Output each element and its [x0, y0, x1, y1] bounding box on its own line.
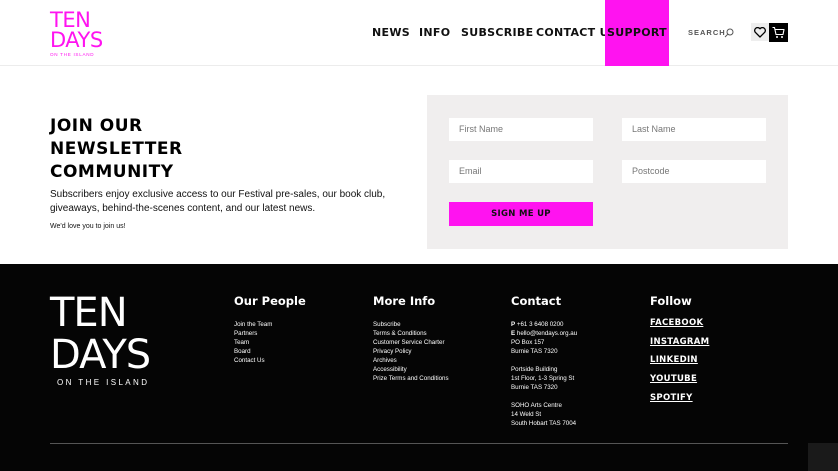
nav-info[interactable]: INFO	[419, 0, 450, 66]
social-link-linkedin[interactable]: LINKEDIN	[650, 351, 709, 370]
footer-link-subscribe[interactable]: Subscribe	[373, 320, 449, 329]
social-link-facebook[interactable]: FACEBOOK	[650, 314, 709, 333]
logo-line-days: DAYS	[50, 28, 103, 52]
footer-link-team[interactable]: Team	[234, 338, 306, 347]
po-city: Burnie TAS 7320	[511, 348, 558, 355]
footer-link-board[interactable]: Board	[234, 347, 306, 356]
nav-news[interactable]: NEWS	[372, 0, 410, 66]
sign-me-up-button[interactable]: SIGN ME UP	[449, 202, 593, 226]
cart-button[interactable]	[769, 23, 788, 42]
last-name-field[interactable]: Last Name	[622, 118, 766, 141]
footer-link-service-charter[interactable]: Customer Service Charter	[373, 338, 449, 347]
footer-col-follow: Follow FACEBOOK INSTAGRAM LINKEDIN YOUTU…	[650, 294, 709, 408]
footer-link-contact-us[interactable]: Contact Us	[234, 356, 306, 365]
soho-address: SOHO Arts Centre 14 Weld St South Hobart…	[511, 401, 577, 428]
email-prefix: E	[511, 330, 516, 337]
footer-link-accessibility[interactable]: Accessibility	[373, 365, 449, 374]
email-field[interactable]: Email	[449, 160, 593, 183]
address-city: South Hobart TAS 7004	[511, 420, 577, 427]
social-link-instagram[interactable]: INSTAGRAM	[650, 333, 709, 352]
nav-subscribe[interactable]: SUBSCRIBE	[461, 0, 533, 66]
footer-logo-days: DAYS	[50, 332, 151, 378]
wishlist-button[interactable]	[751, 23, 769, 41]
footer-col-our-people: Our People Join the Team Partners Team B…	[234, 294, 306, 365]
address-name: SOHO Arts Centre	[511, 402, 562, 409]
footer-logo-tagline: ON THE ISLAND	[57, 378, 150, 387]
our-people-heading: Our People	[234, 294, 306, 308]
heart-icon	[754, 27, 766, 38]
cart-icon	[772, 26, 785, 38]
newsletter-title: JOIN OUR NEWSLETTER COMMUNITY	[50, 115, 210, 184]
social-link-youtube[interactable]: YOUTUBE	[650, 370, 709, 389]
address-name: Portside Building	[511, 366, 558, 373]
logo-tagline: ON THE ISLAND	[50, 52, 95, 57]
site-footer: TEN DAYS ON THE ISLAND Our People Join t…	[0, 264, 838, 471]
contact-details: P +61 3 6408 0200 E hello@tendays.org.au…	[511, 320, 577, 356]
newsletter-description: Subscribers enjoy exclusive access to ou…	[50, 189, 386, 214]
postcode-field[interactable]: Postcode	[622, 160, 766, 183]
nav-support[interactable]: SUPPORT	[605, 0, 669, 66]
footer-logo[interactable]: TEN DAYS ON THE ISLAND	[50, 290, 151, 387]
po-box: PO Box 157	[511, 339, 545, 346]
portside-address: Portside Building 1st Floor, 1-3 Spring …	[511, 365, 577, 392]
site-logo[interactable]: TEN DAYS ON THE ISLAND	[50, 10, 110, 58]
address-street: 1st Floor, 1-3 Spring St	[511, 375, 575, 382]
newsletter-title-line: COMMUNITY	[50, 162, 174, 182]
footer-logo-ten: TEN	[50, 290, 128, 336]
footer-link-archives[interactable]: Archives	[373, 356, 449, 365]
address-city: Burnie TAS 7320	[511, 384, 558, 391]
contact-heading: Contact	[511, 294, 562, 308]
contact-email[interactable]: E hello@tendays.org.au	[511, 329, 577, 338]
footer-link-privacy[interactable]: Privacy Policy	[373, 347, 449, 356]
newsletter-note: We'd love you to join us!	[50, 223, 126, 230]
site-header: TEN DAYS ON THE ISLAND NEWS INFO SUBSCRI…	[0, 0, 838, 66]
more-info-heading: More Info	[373, 294, 436, 308]
address-street: 14 Weld St	[511, 411, 542, 418]
back-to-top-button[interactable]	[808, 443, 838, 471]
footer-col-contact: Contact P +61 3 6408 0200 E hello@tenday…	[511, 294, 577, 437]
footer-divider	[50, 443, 788, 444]
contact-phone[interactable]: P +61 3 6408 0200	[511, 320, 577, 329]
footer-link-prize-terms[interactable]: Prize Terms and Conditions	[373, 374, 449, 383]
footer-link-partners[interactable]: Partners	[234, 329, 306, 338]
newsletter-title-line: NEWSLETTER	[50, 139, 183, 159]
footer-link-terms[interactable]: Terms & Conditions	[373, 329, 449, 338]
newsletter-title-line: JOIN OUR	[50, 116, 143, 136]
logo-line-ten: TEN	[50, 8, 91, 32]
email-address: hello@tendays.org.au	[516, 330, 578, 337]
footer-link-join-team[interactable]: Join the Team	[234, 320, 306, 329]
first-name-field[interactable]: First Name	[449, 118, 593, 141]
search-label[interactable]: SEARCH	[688, 0, 726, 66]
social-link-spotify[interactable]: SPOTIFY	[650, 389, 709, 408]
search-icon[interactable]	[724, 28, 734, 38]
follow-heading: Follow	[650, 294, 692, 308]
phone-prefix: P	[511, 321, 516, 328]
phone-number: +61 3 6408 0200	[516, 321, 564, 328]
footer-col-more-info: More Info Subscribe Terms & Conditions C…	[373, 294, 449, 383]
